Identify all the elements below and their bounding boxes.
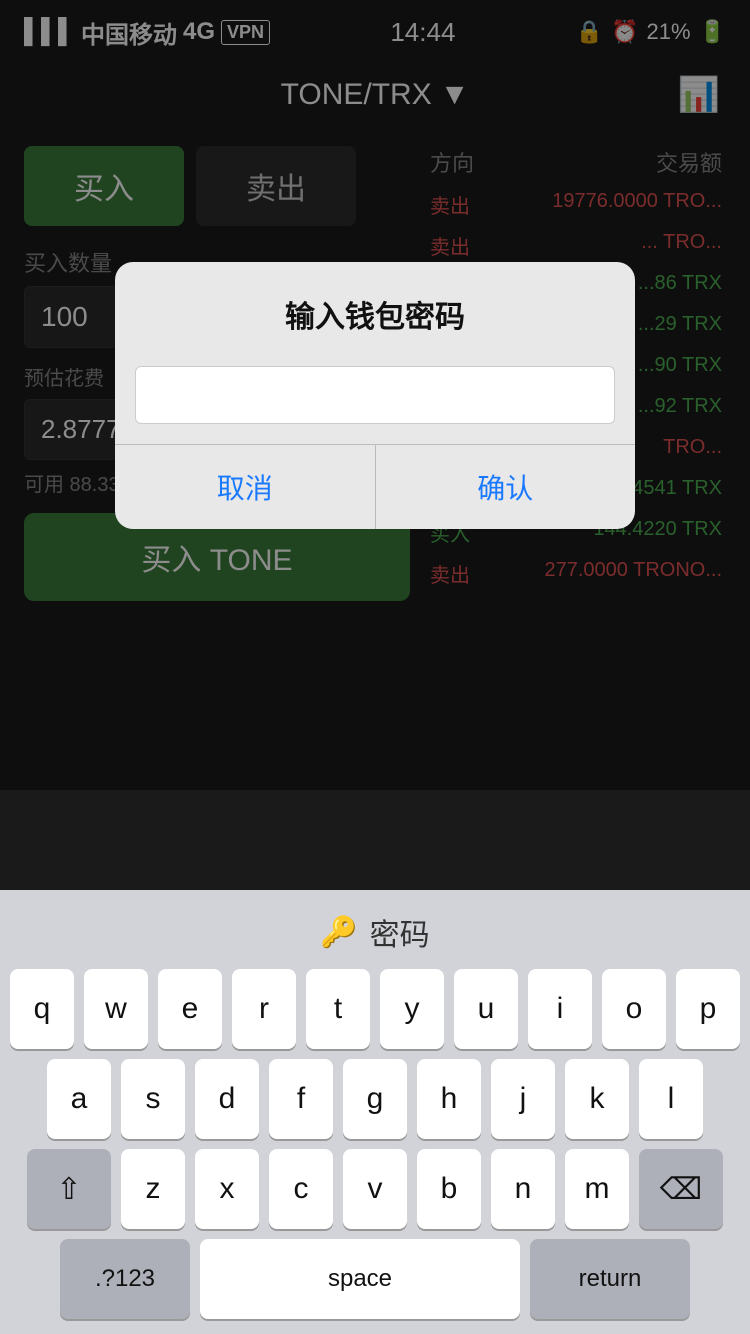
key-icon: 🔑 — [320, 915, 357, 950]
key-e[interactable]: e — [158, 969, 222, 1049]
delete-key[interactable]: ⌫ — [639, 1149, 723, 1229]
keyboard-row-2: a s d f g h j k l — [0, 1054, 750, 1144]
key-l[interactable]: l — [639, 1059, 703, 1139]
dialog-title: 输入钱包密码 — [115, 262, 635, 356]
key-p[interactable]: p — [676, 969, 740, 1049]
confirm-button[interactable]: 确认 — [376, 445, 636, 529]
symbols-key[interactable]: .?123 — [60, 1239, 190, 1319]
key-n[interactable]: n — [491, 1149, 555, 1229]
key-q[interactable]: q — [10, 969, 74, 1049]
key-k[interactable]: k — [565, 1059, 629, 1139]
key-u[interactable]: u — [454, 969, 518, 1049]
key-v[interactable]: v — [343, 1149, 407, 1229]
password-input[interactable] — [135, 366, 615, 424]
key-s[interactable]: s — [121, 1059, 185, 1139]
key-w[interactable]: w — [84, 969, 148, 1049]
key-c[interactable]: c — [269, 1149, 333, 1229]
key-h[interactable]: h — [417, 1059, 481, 1139]
key-r[interactable]: r — [232, 969, 296, 1049]
keyboard-row-3: ⇧ z x c v b n m ⌫ — [0, 1144, 750, 1234]
key-m[interactable]: m — [565, 1149, 629, 1229]
key-d[interactable]: d — [195, 1059, 259, 1139]
dialog-overlay: 输入钱包密码 取消 确认 — [0, 0, 750, 790]
cancel-button[interactable]: 取消 — [115, 445, 376, 529]
keyboard-row-1: q w e r t y u i o p — [0, 964, 750, 1054]
key-x[interactable]: x — [195, 1149, 259, 1229]
key-i[interactable]: i — [528, 969, 592, 1049]
password-dialog: 输入钱包密码 取消 确认 — [115, 262, 635, 529]
key-o[interactable]: o — [602, 969, 666, 1049]
key-t[interactable]: t — [306, 969, 370, 1049]
dialog-input-wrap — [115, 356, 635, 444]
key-f[interactable]: f — [269, 1059, 333, 1139]
key-g[interactable]: g — [343, 1059, 407, 1139]
key-b[interactable]: b — [417, 1149, 481, 1229]
shift-key[interactable]: ⇧ — [27, 1149, 111, 1229]
key-a[interactable]: a — [47, 1059, 111, 1139]
hint-label: 密码 — [370, 910, 430, 954]
key-j[interactable]: j — [491, 1059, 555, 1139]
keyboard-hint: 🔑 密码 — [0, 890, 750, 964]
key-y[interactable]: y — [380, 969, 444, 1049]
keyboard-row-4: .?123 space return — [0, 1234, 750, 1324]
key-z[interactable]: z — [121, 1149, 185, 1229]
keyboard-area: 🔑 密码 q w e r t y u i o p a s d f g h j k… — [0, 890, 750, 1334]
space-key[interactable]: space — [200, 1239, 520, 1319]
dialog-buttons: 取消 确认 — [115, 444, 635, 529]
return-key[interactable]: return — [530, 1239, 690, 1319]
